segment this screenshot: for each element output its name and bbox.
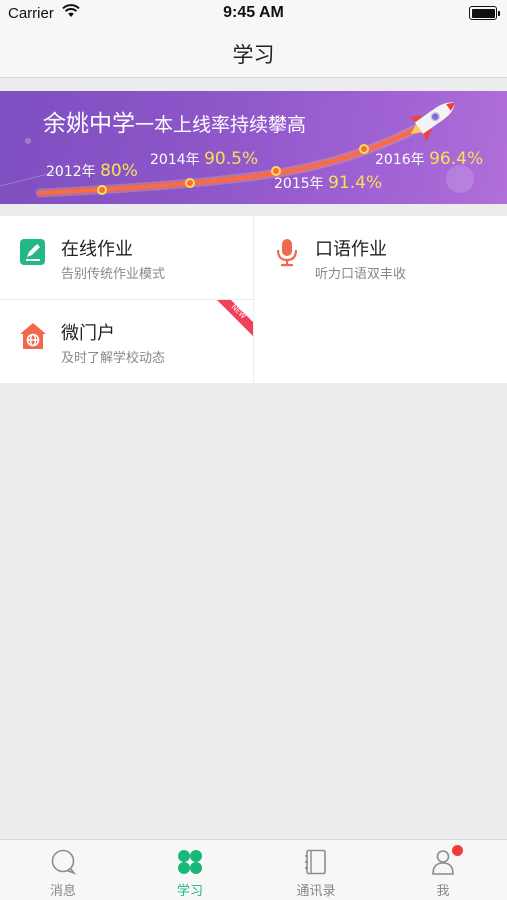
tab-label: 学习: [176, 884, 203, 899]
navigation-bar: 学习: [0, 28, 507, 78]
oral-homework-card[interactable]: 口语作业 听力口语双丰收: [254, 216, 507, 299]
milestone-dot: [185, 178, 195, 188]
rocket-icon: [408, 102, 455, 142]
tab-bar: 消息 学习 通讯录 我: [0, 839, 507, 900]
milestone-year: 2015年: [274, 176, 324, 192]
tab-me[interactable]: 我: [380, 840, 506, 900]
milestone-year: 2016年: [375, 152, 425, 168]
milestone-rate: 90.5%: [204, 149, 259, 169]
contact-book-icon: [305, 849, 326, 875]
card-title: 微门户: [61, 323, 115, 344]
battery-icon: [469, 6, 500, 20]
milestone-dot: [97, 185, 107, 195]
tab-label: 通讯录: [296, 884, 336, 899]
milestone-year: 2014年: [150, 152, 200, 168]
page-title: 学习: [232, 43, 275, 67]
banner-school-name: 余姚中学: [43, 111, 135, 137]
card-subtitle: 听力口语双丰收: [315, 267, 407, 282]
card-subtitle: 及时了解学校动态: [61, 351, 166, 366]
milestone-2016: 2016年 96.4%: [375, 149, 483, 169]
card-title: 口语作业: [315, 239, 387, 260]
microphone-icon: [276, 239, 298, 267]
tab-messages[interactable]: 消息: [0, 840, 126, 900]
status-bar: Carrier 9:45 AM: [0, 0, 507, 28]
card-title: 在线作业: [61, 239, 133, 260]
milestone-2012: 2012年 80%: [46, 161, 138, 181]
notification-dot: [452, 845, 463, 856]
micro-portal-card[interactable]: 微门户 及时了解学校动态 NEW: [0, 300, 253, 383]
feature-grid: 在线作业 告别传统作业模式 口语作业 听力口语双丰收 微门户 及时了解学校动态 …: [0, 216, 507, 383]
tab-contacts[interactable]: 通讯录: [253, 840, 379, 900]
banner-headline: 余姚中学一本上线率持续攀高: [43, 104, 306, 138]
home-globe-icon: [20, 323, 46, 349]
tab-label: 我: [436, 884, 450, 899]
milestone-2015: 2015年 91.4%: [274, 173, 382, 193]
banner-slogan: 一本上线率持续攀高: [135, 114, 307, 136]
tab-label: 消息: [49, 884, 76, 899]
milestone-rate: 80%: [100, 161, 138, 181]
chat-bubble-icon: [51, 849, 77, 875]
promo-banner[interactable]: 余姚中学一本上线率持续攀高 2012年 80% 2014年 90.5% 2015…: [0, 91, 507, 204]
new-badge: NEW: [217, 300, 253, 336]
status-time: 9:45 AM: [223, 4, 284, 21]
milestone-rate: 91.4%: [328, 173, 383, 193]
milestone-rate: 96.4%: [429, 149, 484, 169]
milestone-year: 2012年: [46, 164, 96, 180]
milestone-dot: [359, 144, 369, 154]
milestone-2014: 2014年 90.5%: [150, 149, 258, 169]
online-homework-card[interactable]: 在线作业 告别传统作业模式: [0, 216, 253, 299]
edit-note-icon: [20, 239, 45, 265]
tab-study[interactable]: 学习: [127, 840, 253, 900]
four-petal-icon: [178, 850, 202, 874]
card-subtitle: 告别传统作业模式: [61, 267, 166, 282]
